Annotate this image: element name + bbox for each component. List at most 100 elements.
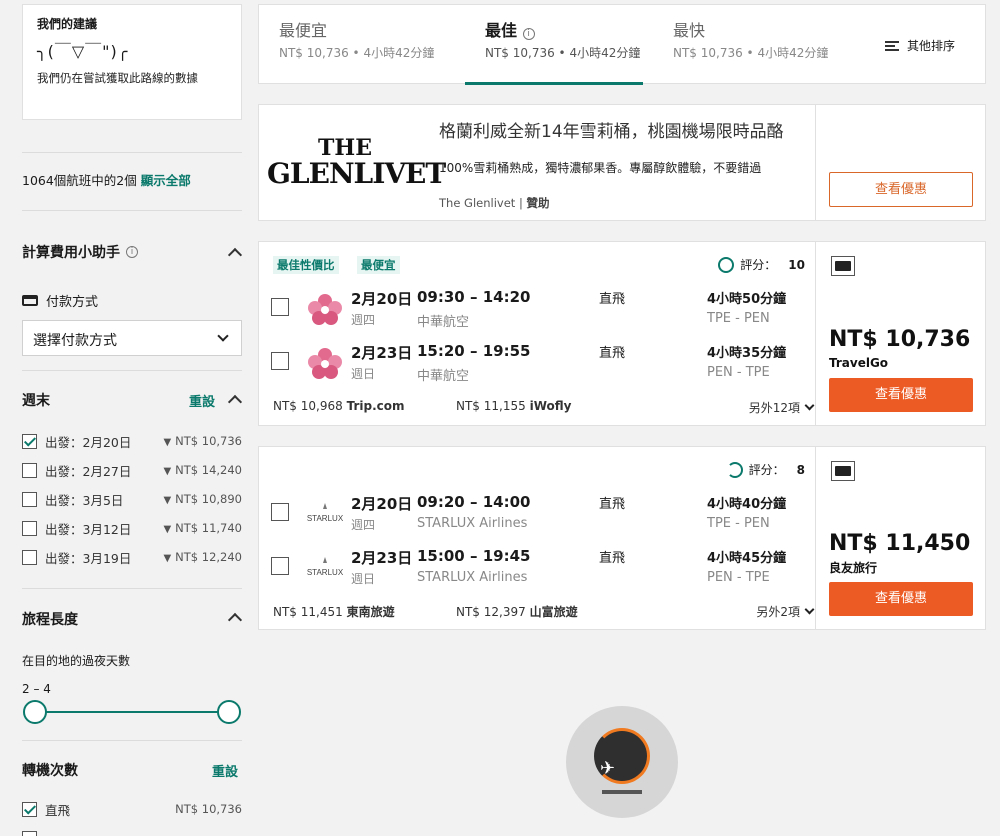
leg-time: 15:00 – 19:45 bbox=[417, 547, 531, 565]
other-price-2[interactable]: NT$ 12,397 山富旅遊 bbox=[456, 603, 578, 620]
stops-option-partial[interactable] bbox=[22, 828, 242, 836]
tab-best-summary: NT$ 10,736 • 4小時42分鐘 bbox=[485, 46, 641, 60]
weekend-option-label: 出發：2月20日 bbox=[45, 434, 132, 450]
checkbox[interactable] bbox=[22, 433, 37, 449]
ad-title[interactable]: 格蘭利威全新14年雪莉桶，桃園機場限時品酪 bbox=[439, 117, 784, 142]
other-price-1[interactable]: NT$ 10,968 Trip.com bbox=[273, 399, 405, 413]
leg-route: PEN - TPE bbox=[707, 570, 770, 585]
leg-route: TPE - PEN bbox=[707, 516, 770, 531]
weekend-option[interactable]: 出發：2月27日 ▼ NT$ 14,240 bbox=[22, 460, 242, 480]
info-icon[interactable]: i bbox=[522, 28, 535, 40]
best-value-badge: 最佳性價比 bbox=[273, 256, 339, 274]
score-indicator[interactable]: 評分： 8 bbox=[726, 461, 805, 478]
recommendation-title: 我們的建議 bbox=[37, 17, 98, 31]
weekend-price-value: NT$ 14,240 bbox=[175, 463, 242, 477]
weekend-option[interactable]: 出發：2月20日 ▼ NT$ 10,736 bbox=[22, 431, 242, 451]
payment-method-text: 付款方式 bbox=[46, 295, 99, 310]
more-options-label: 另外2項 bbox=[756, 605, 800, 619]
more-options-toggle[interactable]: 另外2項 bbox=[756, 603, 815, 620]
filter-icon: ▼ bbox=[163, 495, 172, 506]
flight-leg-return: STARLUX 2月23日 15:00 – 19:45 週日 STARLUX A… bbox=[259, 547, 815, 595]
trip-length-min-handle[interactable] bbox=[23, 700, 47, 724]
tab-fastest[interactable]: 最快 NT$ 10,736 • 4小時42分鐘 bbox=[653, 5, 851, 85]
chevron-up-icon[interactable] bbox=[227, 394, 243, 410]
show-all-link[interactable]: 顯示全部 bbox=[141, 173, 191, 188]
other-prices-row: NT$ 10,968 Trip.com NT$ 11,155 iWofly 另外… bbox=[273, 399, 815, 416]
leg-select-checkbox[interactable] bbox=[271, 557, 289, 575]
weekend-option[interactable]: 出發：3月19日 ▼ NT$ 12,240 bbox=[22, 547, 242, 567]
weekend-price-value: NT$ 10,890 bbox=[175, 492, 242, 506]
leg-weekday: 週四 bbox=[351, 518, 376, 532]
more-options-toggle[interactable]: 另外12項 bbox=[749, 399, 815, 416]
checkbox[interactable] bbox=[22, 549, 37, 565]
cost-helper-title[interactable]: 計算費用小助手 i bbox=[22, 242, 138, 262]
leg-route: TPE - PEN bbox=[707, 311, 770, 326]
leg-airline: 中華航空 bbox=[417, 315, 470, 330]
other-price-2[interactable]: NT$ 11,155 iWofly bbox=[456, 399, 571, 413]
stops-title: 轉機次數 bbox=[22, 763, 78, 779]
flight-result-card[interactable]: 最佳性價比 最便宜 評分： 10 2月20日 09:30 – 14:20 週四 中… bbox=[258, 241, 986, 426]
other-price-agency: 山富旅遊 bbox=[529, 605, 578, 619]
leg-date: 2月23日 bbox=[351, 549, 413, 567]
glenlivet-logo: THE GLENLIVET bbox=[267, 137, 446, 189]
divider bbox=[22, 210, 242, 211]
other-prices-row: NT$ 11,451 東南旅遊 NT$ 12,397 山富旅遊 另外2項 bbox=[273, 603, 815, 620]
filter-sidebar: 我們的建議 ╮(￣▽￣")╭ 我們仍在嘗試獲取此路線的數據 1064個航班中的2… bbox=[0, 0, 256, 836]
other-price-value: NT$ 11,451 bbox=[273, 605, 343, 619]
view-deal-button[interactable]: 查看優惠 bbox=[829, 582, 973, 616]
leg-weekday: 週日 bbox=[351, 367, 376, 381]
other-price-value: NT$ 10,968 bbox=[273, 399, 343, 413]
leg-weekday: 週日 bbox=[351, 572, 376, 586]
weekend-price-value: NT$ 11,740 bbox=[175, 521, 242, 535]
other-price-1[interactable]: NT$ 11,451 東南旅遊 bbox=[273, 605, 395, 619]
leg-select-checkbox[interactable] bbox=[271, 352, 289, 370]
recommendation-box: 我們的建議 ╮(￣▽￣")╭ 我們仍在嘗試獲取此路線的數據 bbox=[22, 4, 242, 120]
stops-option[interactable]: 直飛 NT$ 10,736 bbox=[22, 799, 242, 819]
flight-leg-return: 2月23日 15:20 – 19:55 週日 中華航空 直飛 4小時35分鐘 P… bbox=[259, 342, 815, 390]
checkbox[interactable] bbox=[22, 462, 37, 478]
trip-length-slider-track[interactable] bbox=[34, 711, 228, 713]
score-indicator[interactable]: 評分： 10 bbox=[718, 256, 805, 273]
leg-select-checkbox[interactable] bbox=[271, 503, 289, 521]
checkbox[interactable] bbox=[22, 830, 37, 836]
tab-cheapest-summary: NT$ 10,736 • 4小時42分鐘 bbox=[279, 46, 435, 60]
trip-length-max-handle[interactable] bbox=[217, 700, 241, 724]
credit-card-icon bbox=[22, 295, 38, 306]
chevron-up-icon[interactable] bbox=[227, 247, 243, 263]
leg-duration: 4小時40分鐘 bbox=[707, 497, 787, 512]
view-deal-button[interactable]: 查看優惠 bbox=[829, 378, 973, 412]
flight-result-card[interactable]: 評分： 8 STARLUX 2月20日 09:20 – 14:00 週四 STAR… bbox=[258, 446, 986, 630]
tab-cheapest[interactable]: 最便宜 NT$ 10,736 • 4小時42分鐘 bbox=[259, 5, 457, 85]
weekend-option[interactable]: 出發：3月12日 ▼ NT$ 11,740 bbox=[22, 518, 242, 538]
info-icon[interactable]: i bbox=[126, 246, 138, 258]
tab-fastest-summary: NT$ 10,736 • 4小時42分鐘 bbox=[673, 46, 829, 60]
more-sort-button[interactable]: 其他排序 bbox=[884, 37, 955, 54]
stops-reset-link[interactable]: 重設 bbox=[212, 761, 238, 780]
leg-time: 15:20 – 19:55 bbox=[417, 342, 531, 360]
payment-card-icon[interactable] bbox=[831, 256, 855, 276]
leg-route: PEN - TPE bbox=[707, 365, 770, 380]
payment-method-select[interactable]: 選擇付款方式 bbox=[22, 320, 242, 356]
leg-select-checkbox[interactable] bbox=[271, 298, 289, 316]
ad-view-deal-button[interactable]: 查看優惠 bbox=[829, 172, 973, 207]
tab-best[interactable]: 最佳 i NT$ 10,736 • 4小時42分鐘 bbox=[465, 5, 643, 85]
score-value: 10 bbox=[788, 257, 805, 272]
score-label: 評分： bbox=[748, 463, 785, 477]
trip-length-title: 旅程長度 bbox=[22, 612, 78, 628]
weekend-option[interactable]: 出發：3月5日 ▼ NT$ 10,890 bbox=[22, 489, 242, 509]
leg-airline: 中華航空 bbox=[417, 369, 470, 384]
ad-description: 100%雪莉桶熟成，獨特濃郁果香。專屬醇飲體驗，不要錯過 bbox=[439, 161, 762, 175]
sponsored-ad[interactable]: THE GLENLIVET 格蘭利威全新14年雪莉桶，桃園機場限時品酪 100%… bbox=[258, 104, 986, 221]
chevron-up-icon[interactable] bbox=[227, 612, 243, 628]
checkbox[interactable] bbox=[22, 520, 37, 536]
leg-duration: 4小時45分鐘 bbox=[707, 551, 787, 566]
checkbox[interactable] bbox=[22, 491, 37, 507]
filter-icon: ▼ bbox=[163, 553, 172, 564]
payment-card-icon[interactable] bbox=[831, 461, 855, 481]
weekend-reset-link[interactable]: 重設 bbox=[189, 391, 215, 410]
leg-airline: STARLUX Airlines bbox=[417, 570, 528, 585]
checkbox[interactable] bbox=[22, 801, 37, 817]
divider bbox=[22, 588, 242, 589]
result-price: NT$ 11,450 bbox=[829, 531, 971, 556]
leg-stops: 直飛 bbox=[599, 497, 626, 512]
